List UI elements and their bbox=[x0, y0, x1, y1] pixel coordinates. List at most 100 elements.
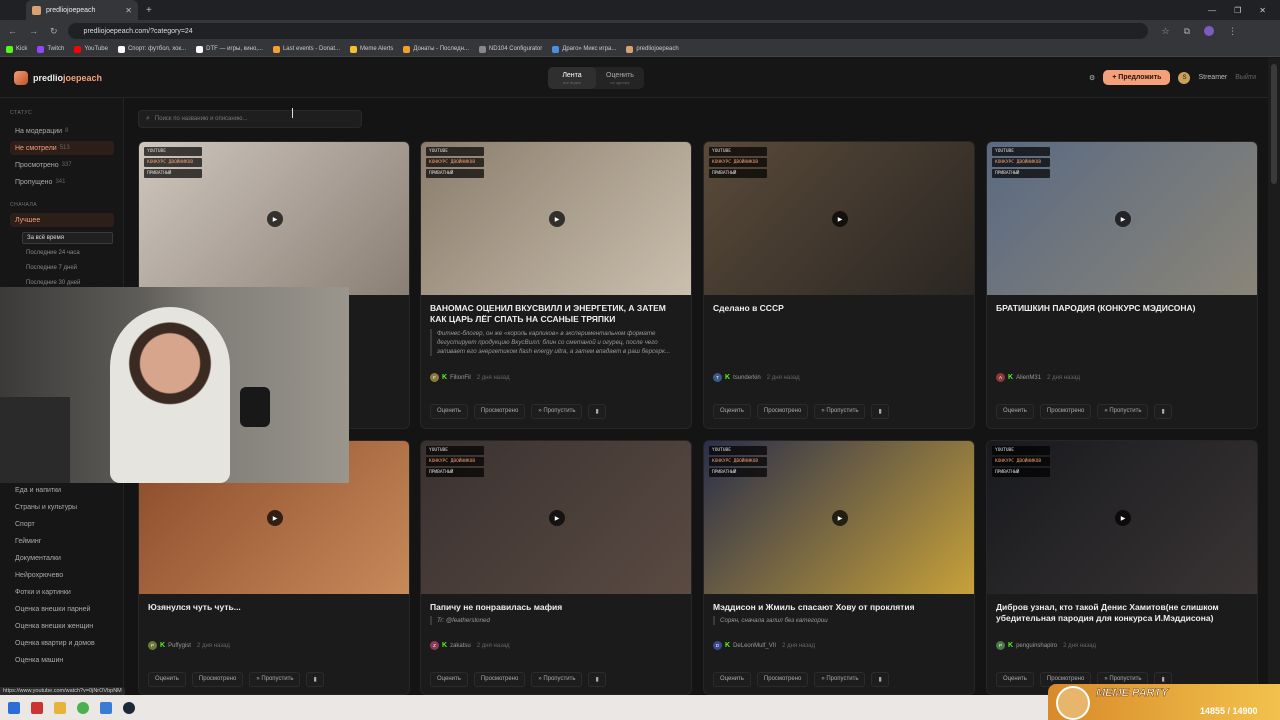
play-icon[interactable]: ▶ bbox=[267, 211, 283, 227]
pin-button[interactable]: ▮ bbox=[871, 404, 889, 419]
video-title[interactable]: Юзянулся чуть чуть... bbox=[148, 602, 402, 613]
author-name[interactable]: tsunderkin bbox=[733, 375, 761, 381]
video-thumbnail[interactable]: YOUTUBE КОНКУРС ДВОЙНИКОВ ПРИВАТНЫЙ ▶ bbox=[421, 441, 691, 594]
steam-icon[interactable] bbox=[123, 701, 135, 714]
play-icon[interactable]: ▶ bbox=[549, 510, 565, 526]
rate-button[interactable]: Оценить bbox=[430, 672, 468, 687]
close-tab-icon[interactable]: ✕ bbox=[125, 6, 132, 15]
bookmark-item[interactable]: predliojoepeach bbox=[626, 45, 679, 53]
bookmark-item[interactable]: Донаты - Последн... bbox=[403, 45, 469, 53]
sidebar-category-item[interactable]: Нейрохрючево bbox=[10, 568, 114, 582]
pin-button[interactable]: ▮ bbox=[306, 672, 324, 687]
page-scrollbar[interactable] bbox=[1268, 58, 1280, 695]
video-card[interactable]: YOUTUBE КОНКУРС ДВОЙНИКОВ ПРИВАТНЫЙ ▶ Сделан… bbox=[703, 141, 975, 429]
yandex-icon[interactable] bbox=[31, 701, 43, 714]
play-icon[interactable]: ▶ bbox=[1115, 211, 1131, 227]
new-tab-icon[interactable]: + bbox=[146, 5, 152, 16]
play-icon[interactable]: ▶ bbox=[267, 510, 283, 526]
skip-button[interactable]: » Пропустить bbox=[249, 672, 301, 687]
skip-button[interactable]: » Пропустить bbox=[531, 404, 583, 419]
video-title[interactable]: Сделано в СССР bbox=[713, 303, 967, 314]
sidebar-category-item[interactable]: Оценка машин bbox=[10, 653, 114, 667]
sidebar-status-item[interactable]: Пропущено 341 bbox=[10, 175, 114, 189]
forward-icon[interactable]: → bbox=[29, 26, 38, 37]
author-name[interactable]: FilionFil bbox=[450, 375, 471, 381]
bookmark-item[interactable]: Спорт: футбол, хок... bbox=[117, 45, 186, 53]
sort-period-item[interactable]: Последние 7 дней bbox=[22, 262, 113, 274]
bookmark-item[interactable]: Драго» Микс игра... bbox=[552, 45, 616, 53]
pin-button[interactable]: ▮ bbox=[871, 672, 889, 687]
browser-tab[interactable]: predliojoepeach ✕ bbox=[26, 0, 138, 20]
user-avatar[interactable]: S bbox=[1178, 71, 1191, 84]
author-name[interactable]: AlienM31 bbox=[1016, 375, 1041, 381]
video-thumbnail[interactable]: YOUTUBE КОНКУРС ДВОЙНИКОВ ПРИВАТНЫЙ ▶ bbox=[421, 142, 691, 295]
video-title[interactable]: ВАНОМАС ОЦЕНИЛ ВКУСВИЛЛ И ЭНЕРГЕТИК, А З… bbox=[430, 303, 684, 325]
author-name[interactable]: penguinshapiro bbox=[1016, 643, 1057, 649]
notepad-icon[interactable] bbox=[100, 701, 112, 714]
watched-button[interactable]: Просмотрено bbox=[191, 672, 244, 687]
skip-button[interactable]: » Пропустить bbox=[531, 672, 583, 687]
author-name[interactable]: Puffygist bbox=[168, 643, 191, 649]
back-icon[interactable]: ← bbox=[8, 26, 17, 37]
video-thumbnail[interactable]: YOUTUBE КОНКУРС ДВОЙНИКОВ ПРИВАТНЫЙ ▶ bbox=[704, 142, 974, 295]
maximize-icon[interactable]: ❐ bbox=[1234, 6, 1241, 15]
play-icon[interactable]: ▶ bbox=[1115, 510, 1131, 526]
pin-button[interactable]: ▮ bbox=[1154, 404, 1172, 419]
video-thumbnail[interactable]: YOUTUBE КОНКУРС ДВОЙНИКОВ ПРИВАТНЫЙ ▶ bbox=[139, 142, 409, 295]
video-thumbnail[interactable]: YOUTUBE КОНКУРС ДВОЙНИКОВ ПРИВАТНЫЙ ▶ bbox=[704, 441, 974, 594]
rate-button[interactable]: Оценить bbox=[148, 672, 186, 687]
tab-feed[interactable]: Лента все видео bbox=[548, 67, 596, 89]
sidebar-status-item[interactable]: На модерации 8 bbox=[10, 124, 114, 138]
video-card[interactable]: YOUTUBE КОНКУРС ДВОЙНИКОВ ПРИВАТНЫЙ ▶ ВАНОМА… bbox=[420, 141, 692, 429]
logout-link[interactable]: Выйти bbox=[1235, 74, 1256, 81]
pin-button[interactable]: ▮ bbox=[588, 404, 606, 419]
video-title[interactable]: БРАТИШКИН ПАРОДИЯ (КОНКУРС МЭДИСОНА) bbox=[996, 303, 1250, 314]
rate-button[interactable]: Оценить bbox=[996, 404, 1034, 419]
skip-button[interactable]: » Пропустить bbox=[1097, 404, 1149, 419]
pin-button[interactable]: ▮ bbox=[588, 672, 606, 687]
video-title[interactable]: Папичу не понравилась мафия bbox=[430, 602, 684, 613]
watched-button[interactable]: Просмотрено bbox=[756, 404, 809, 419]
bookmark-item[interactable]: Last events - Donat... bbox=[272, 45, 340, 53]
video-card[interactable]: YOUTUBE КОНКУРС ДВОЙНИКОВ ПРИВАТНЫЙ ▶ Папичу… bbox=[420, 440, 692, 695]
tab-rate[interactable]: Оценить по одному bbox=[596, 67, 644, 89]
bookmark-item[interactable]: Kick bbox=[6, 45, 27, 53]
menu-icon[interactable]: ⋮ bbox=[1228, 26, 1237, 37]
extensions-icon[interactable]: ⧉ bbox=[1184, 26, 1190, 37]
rate-button[interactable]: Оценить bbox=[713, 404, 751, 419]
chrome-icon[interactable] bbox=[77, 701, 89, 714]
propose-button[interactable]: + Предложить bbox=[1103, 70, 1171, 85]
sort-best[interactable]: Лучшее bbox=[10, 213, 114, 227]
sidebar-category-item[interactable]: Спорт bbox=[10, 517, 114, 531]
bookmark-item[interactable]: ND104 Configurator bbox=[478, 45, 542, 53]
sidebar-category-item[interactable]: Еда и напитки bbox=[10, 483, 114, 497]
profile-icon[interactable] bbox=[1204, 25, 1215, 36]
play-icon[interactable]: ▶ bbox=[549, 211, 565, 227]
rate-button[interactable]: Оценить bbox=[996, 672, 1034, 687]
start-icon[interactable] bbox=[8, 701, 20, 714]
reload-icon[interactable]: ↻ bbox=[50, 26, 58, 37]
settings-gear-icon[interactable]: ⚙ bbox=[1089, 74, 1095, 82]
sidebar-status-item[interactable]: Просмотрено 337 bbox=[10, 158, 114, 172]
video-card[interactable]: YOUTUBE КОНКУРС ДВОЙНИКОВ ПРИВАТНЫЙ ▶ Мэддис… bbox=[703, 440, 975, 695]
bookmark-item[interactable]: DTF — игры, кино,... bbox=[196, 45, 263, 53]
sidebar-status-item[interactable]: Не смотрели 513 bbox=[10, 141, 114, 155]
bookmark-item[interactable]: YouTube bbox=[74, 45, 108, 53]
video-title[interactable]: Дибров узнал, кто такой Денис Хамитов(не… bbox=[996, 602, 1250, 624]
video-thumbnail[interactable]: YOUTUBE КОНКУРС ДВОЙНИКОВ ПРИВАТНЫЙ ▶ bbox=[987, 441, 1257, 594]
author-name[interactable]: zakatsu bbox=[450, 643, 471, 649]
watched-button[interactable]: Просмотрено bbox=[756, 672, 809, 687]
sort-period-item[interactable]: За всё время bbox=[22, 232, 113, 244]
search-input[interactable]: ⌕ Поиск по названию и описанию... bbox=[138, 110, 362, 128]
video-title[interactable]: Мэддисон и Жмиль спасают Хову от проклят… bbox=[713, 602, 967, 613]
skip-button[interactable]: » Пропустить bbox=[814, 672, 866, 687]
explorer-icon[interactable] bbox=[54, 701, 66, 714]
rate-button[interactable]: Оценить bbox=[430, 404, 468, 419]
sort-period-item[interactable]: Последние 24 часа bbox=[22, 247, 113, 259]
author-name[interactable]: DeLeonMulf_VII bbox=[733, 643, 776, 649]
video-card[interactable]: YOUTUBE КОНКУРС ДВОЙНИКОВ ПРИВАТНЫЙ ▶ Дибров… bbox=[986, 440, 1258, 695]
watched-button[interactable]: Просмотрено bbox=[473, 672, 526, 687]
play-icon[interactable]: ▶ bbox=[832, 510, 848, 526]
skip-button[interactable]: » Пропустить bbox=[814, 404, 866, 419]
minimize-icon[interactable]: — bbox=[1208, 6, 1216, 15]
